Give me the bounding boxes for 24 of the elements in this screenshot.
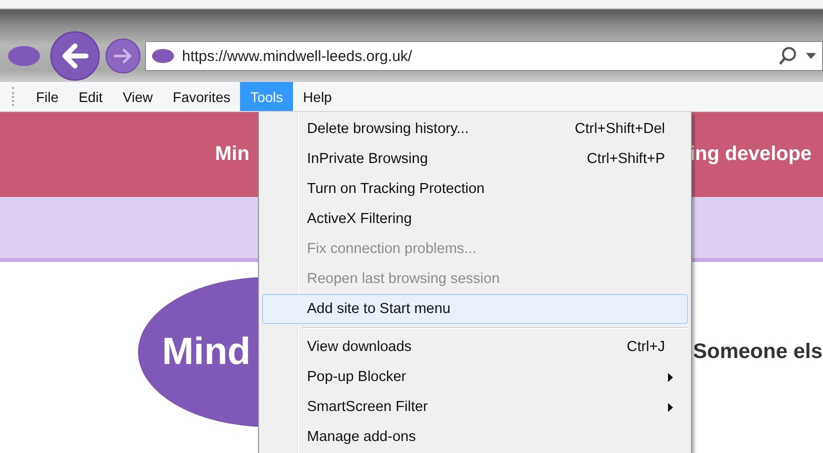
logo-text: Mind	[162, 330, 251, 374]
menu-bar-item[interactable]: Help	[293, 82, 342, 111]
menu-bar-item[interactable]: File	[26, 82, 69, 111]
menu-item[interactable]: Delete browsing history... Ctrl+Shift+Del	[262, 114, 688, 144]
menu-item[interactable]: View downloads Ctrl+J	[262, 332, 688, 362]
menu-bar-item[interactable]: View	[112, 82, 163, 111]
search-icon[interactable]	[778, 46, 798, 66]
menu-item[interactable]: InPrivate Browsing Ctrl+Shift+P	[262, 144, 688, 174]
menu-item[interactable]: Turn on Tracking Protection	[262, 174, 688, 204]
caret-icon[interactable]	[806, 53, 816, 59]
menu-item[interactable]: ActiveX Filtering	[262, 204, 688, 234]
back-button[interactable]	[50, 31, 100, 81]
menu-item[interactable]: SmartScreen Filter	[262, 392, 688, 422]
menu-item[interactable]: Add site to Start menu	[262, 294, 688, 324]
menu-bar-item[interactable]: Favorites	[162, 82, 240, 111]
menu-item[interactable]: Manage add-ons	[262, 422, 688, 452]
menu-item[interactable]: Pop-up Blocker	[262, 362, 688, 392]
menu-bar-item[interactable]: Edit	[68, 82, 113, 111]
forward-button[interactable]	[105, 38, 141, 74]
banner-text: Min	[215, 143, 250, 166]
tab-icon	[8, 46, 40, 66]
site-icon	[152, 49, 174, 63]
address-field[interactable]: https://www.mindwell-leeds.org.uk/	[145, 41, 823, 71]
page-heading: Someone els	[693, 340, 823, 364]
